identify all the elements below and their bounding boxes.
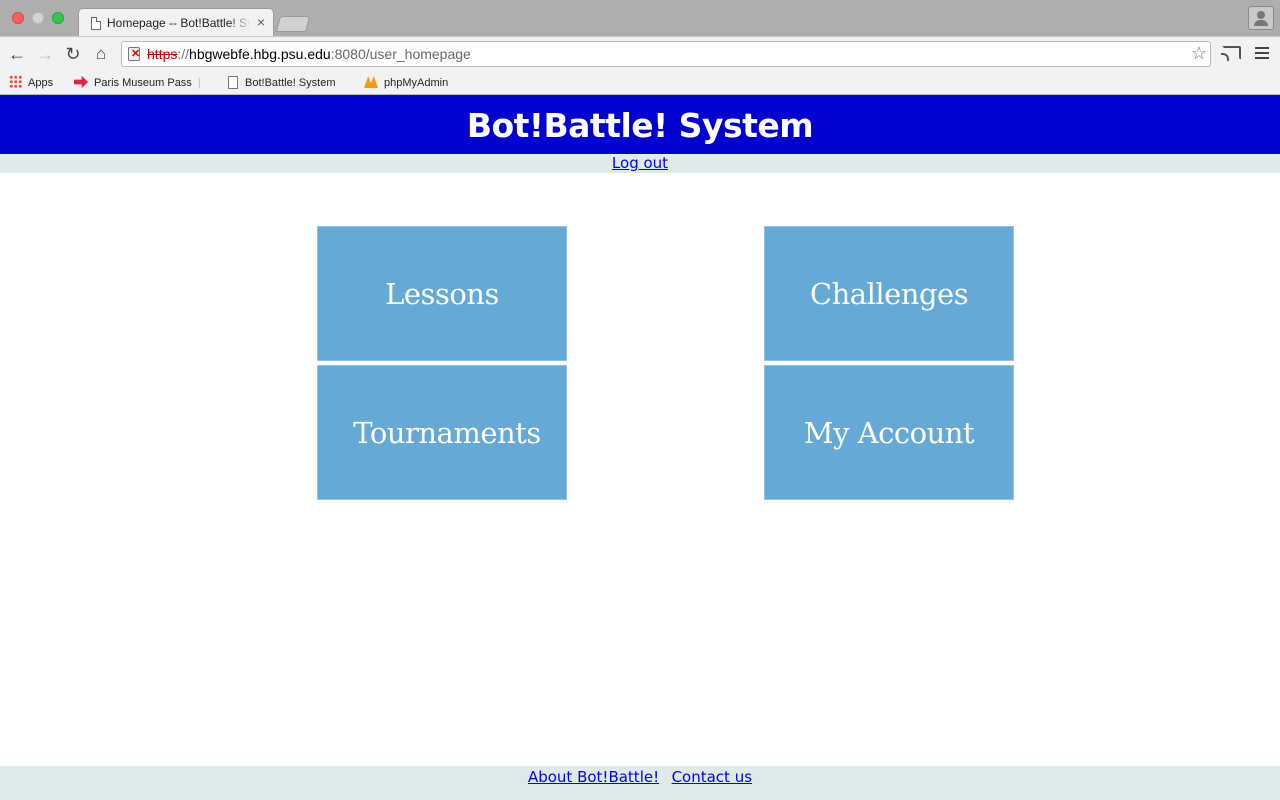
window-maximize-button[interactable] (52, 12, 64, 24)
bookmark-label: Paris Museum Pass (94, 77, 192, 89)
window-minimize-button[interactable] (32, 12, 44, 24)
tile-label: Challenges (809, 276, 969, 311)
tile-label: Tournaments (353, 415, 541, 450)
tab-title: Homepage -- Bot!Battle! System (107, 16, 251, 30)
lessons-tile[interactable]: Lessons (317, 226, 567, 361)
apps-grid-icon (9, 75, 22, 88)
bookmark-label: Apps (28, 77, 54, 89)
new-tab-button[interactable] (275, 16, 311, 32)
back-arrow-icon[interactable]: ← (6, 43, 28, 65)
url-separator: :// (177, 46, 190, 62)
url-scheme: https (147, 46, 178, 62)
profile-icon[interactable] (1248, 6, 1274, 30)
arrow-logo-icon (74, 76, 88, 88)
tile-label: Lessons (385, 276, 499, 311)
phpmyadmin-icon (364, 76, 378, 88)
cast-icon[interactable] (1221, 46, 1241, 61)
my-account-tile[interactable]: My Account (764, 365, 1014, 500)
logout-link[interactable]: Log out (612, 154, 668, 172)
forward-arrow-icon[interactable]: → (34, 43, 56, 65)
address-bar[interactable]: https://hbgwebfe.hbg.psu.edu:8080/user_h… (121, 41, 1211, 67)
bookmarks-bar: Apps Paris Museum Pass | Bot!Battle! Syst… (0, 72, 1280, 95)
home-icon[interactable]: ⌂ (90, 43, 112, 65)
about-link[interactable]: About Bot!Battle! (528, 768, 659, 786)
bookmark-star-icon[interactable]: ☆ (1191, 43, 1207, 64)
insecure-lock-icon[interactable] (128, 47, 140, 61)
tournaments-tile[interactable]: Tournaments (317, 365, 567, 500)
page-icon (228, 76, 238, 89)
bookmark-paris-museum-pass[interactable]: Paris Museum Pass | (74, 75, 201, 91)
window-close-button[interactable] (12, 12, 24, 24)
menu-icon[interactable] (1255, 47, 1269, 61)
tile-label: My Account (803, 415, 975, 450)
bookmark-phpmyadmin[interactable]: phpMyAdmin (364, 75, 448, 91)
site-header: Bot!Battle! System (0, 95, 1280, 154)
reload-icon[interactable]: ↻ (62, 43, 84, 65)
browser-tab-active[interactable]: Homepage -- Bot!Battle! System × (78, 8, 274, 36)
bookmark-label: Bot!Battle! System (245, 77, 336, 89)
browser-toolbar: ← → ↻ ⌂ https://hbgwebfe.hbg.psu.edu:808… (0, 36, 1280, 72)
bookmark-apps[interactable]: Apps (9, 75, 53, 91)
bookmark-botbattle[interactable]: Bot!Battle! System (228, 75, 335, 91)
page-icon (91, 17, 101, 30)
browser-titlebar: Homepage -- Bot!Battle! System × (0, 0, 1280, 36)
tab-close-icon[interactable]: × (257, 14, 265, 30)
challenges-tile[interactable]: Challenges (764, 226, 1014, 361)
page-title: Bot!Battle! System (466, 106, 814, 145)
url-host: hbgwebfe.hbg.psu.edu (189, 46, 331, 62)
contact-link[interactable]: Contact us (672, 768, 752, 786)
logout-bar: Log out (0, 154, 1280, 173)
site-footer: About Bot!Battle! Contact us (0, 766, 1280, 800)
url-text: https://hbgwebfe.hbg.psu.edu:8080/user_h… (147, 46, 471, 62)
bookmark-label: phpMyAdmin (384, 77, 449, 89)
bookmark-separator: | (197, 77, 201, 89)
url-path: :8080/user_homepage (330, 46, 471, 62)
